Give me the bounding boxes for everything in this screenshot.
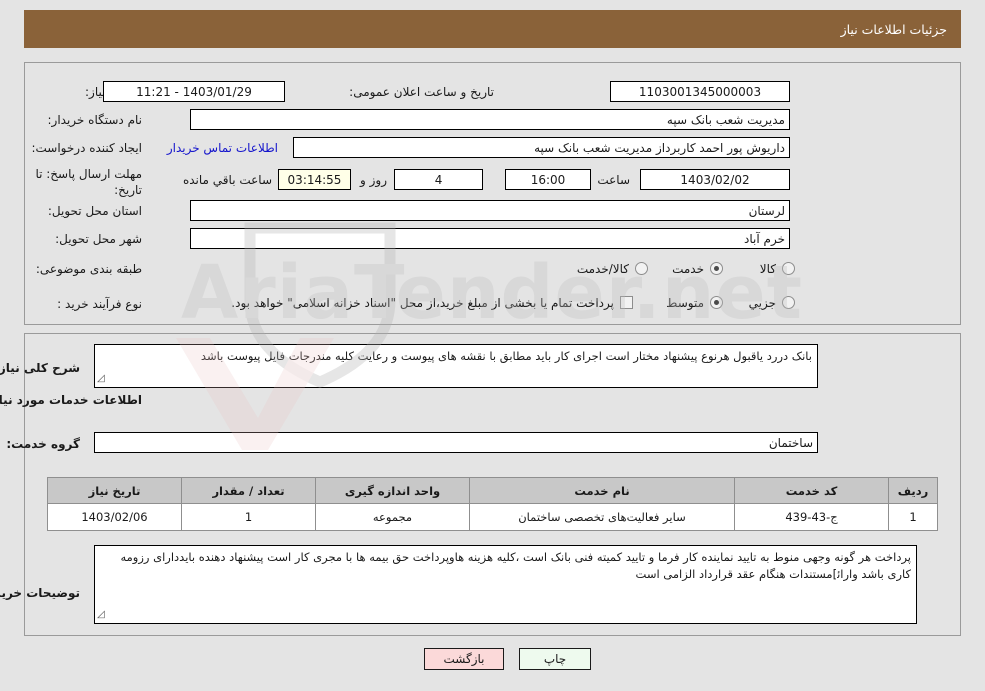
buyer-org-value: مدیریت شعب بانک سپه bbox=[190, 109, 790, 130]
th-name: نام خدمت bbox=[469, 477, 735, 504]
countdown-value: 03:14:55 bbox=[278, 169, 351, 190]
classification-radio-khedmat[interactable] bbox=[710, 262, 723, 275]
cell-quantity: 1 bbox=[181, 503, 316, 531]
days-value: 4 bbox=[394, 169, 483, 190]
service-group-label: گروه خدمت: bbox=[6, 437, 80, 451]
cell-code: ج-43-439 bbox=[734, 503, 889, 531]
public-announcement-value: 1403/01/29 - 11:21 bbox=[103, 81, 285, 102]
process-radio-jozee[interactable] bbox=[782, 296, 795, 309]
page-root: جزئیات اطلاعات نیاز شماره نیاز: 11030013… bbox=[0, 0, 985, 691]
buyer-org-label: نام دستگاه خریدار: bbox=[47, 113, 143, 127]
province-label: استان محل تحویل: bbox=[47, 204, 142, 218]
resize-grip-icon[interactable]: ◺ bbox=[97, 606, 105, 623]
buyer-notes-textarea[interactable]: پرداخت هر گونه وجهی منوط به تایید نمایند… bbox=[94, 545, 917, 624]
buyer-notes-text: پرداخت هر گونه وجهی منوط به تایید نمایند… bbox=[120, 550, 911, 581]
buyer-contact-link[interactable]: اطلاعات تماس خریدار bbox=[167, 141, 278, 155]
window-title-bar: جزئیات اطلاعات نیاز bbox=[24, 10, 961, 48]
days-unit-label: روز و bbox=[360, 173, 387, 187]
province-value: لرستان bbox=[190, 200, 790, 221]
requester-value: داریوش پور احمد کاربرداز مدیریت شعب بانک… bbox=[293, 137, 790, 158]
th-unit: واحد اندازه گیری bbox=[315, 477, 470, 504]
buyer-notes-label: توضیحات خریدار: bbox=[0, 586, 80, 600]
hour-value: 16:00 bbox=[505, 169, 591, 190]
classification-option-kala: کالا bbox=[759, 262, 776, 276]
process-label: نوع فرآیند خرید : bbox=[57, 297, 142, 311]
city-label: شهر محل تحویل: bbox=[55, 232, 142, 246]
description-text: بانک دررد یاقبول هرنوع پیشنهاد مختار است… bbox=[200, 349, 812, 363]
classification-option-kala-khedmat: کالا/خدمت bbox=[576, 262, 629, 276]
table-header-row: ردیف کد خدمت نام خدمت واحد اندازه گیری ت… bbox=[47, 477, 938, 504]
need-number-value: 1103001345000003 bbox=[610, 81, 790, 102]
classification-radio-kala-khedmat[interactable] bbox=[635, 262, 648, 275]
treasury-bond-checkbox[interactable] bbox=[620, 296, 633, 309]
cell-unit: مجموعه bbox=[315, 503, 470, 531]
description-textarea[interactable]: بانک دررد یاقبول هرنوع پیشنهاد مختار است… bbox=[94, 344, 818, 388]
page-title: جزئیات اطلاعات نیاز bbox=[840, 21, 947, 37]
th-code: کد خدمت bbox=[734, 477, 889, 504]
resize-grip-icon[interactable]: ◺ bbox=[97, 370, 105, 387]
treasury-bond-label: پرداخت تمام یا بخشی از مبلغ خرید،از محل … bbox=[231, 296, 614, 310]
cell-name: سایر فعالیت‌های تخصصی ساختمان bbox=[469, 503, 735, 531]
city-value: خرم آباد bbox=[190, 228, 790, 249]
description-label: شرح کلی نیاز: bbox=[0, 361, 80, 375]
process-option-jozee: جزیي bbox=[748, 296, 776, 310]
public-announcement-label: تاریخ و ساعت اعلان عمومی: bbox=[349, 85, 494, 99]
classification-label: طبقه بندی موضوعی: bbox=[35, 262, 142, 276]
th-radif: ردیف bbox=[888, 477, 938, 504]
cell-radif: 1 bbox=[888, 503, 938, 531]
process-radio-motavaset[interactable] bbox=[710, 296, 723, 309]
print-button[interactable]: چاپ bbox=[519, 648, 591, 670]
requester-label: ایجاد کننده درخواست: bbox=[31, 141, 142, 155]
countdown-suffix-label: ساعت باقي مانده bbox=[182, 173, 272, 187]
services-table: ردیف کد خدمت نام خدمت واحد اندازه گیری ت… bbox=[47, 477, 938, 531]
classification-radio-kala[interactable] bbox=[782, 262, 795, 275]
classification-option-khedmat: خدمت bbox=[672, 262, 704, 276]
deadline-date-value: 1403/02/02 bbox=[640, 169, 790, 190]
cell-need-date: 1403/02/06 bbox=[47, 503, 182, 531]
th-need-date: تاریخ نیاز bbox=[47, 477, 182, 504]
services-section-heading: اطلاعات خدمات مورد نیاز bbox=[0, 393, 142, 407]
back-button[interactable]: بازگشت bbox=[424, 648, 504, 670]
th-quantity: تعداد / مقدار bbox=[181, 477, 316, 504]
hour-label: ساعت bbox=[597, 173, 630, 187]
deadline-label: مهلت ارسال پاسخ: تا تاریخ: bbox=[35, 167, 142, 197]
table-row: 1 ج-43-439 سایر فعالیت‌های تخصصی ساختمان… bbox=[47, 503, 938, 531]
process-option-motavaset: متوسط bbox=[666, 296, 704, 310]
service-group-value: ساختمان bbox=[94, 432, 818, 453]
